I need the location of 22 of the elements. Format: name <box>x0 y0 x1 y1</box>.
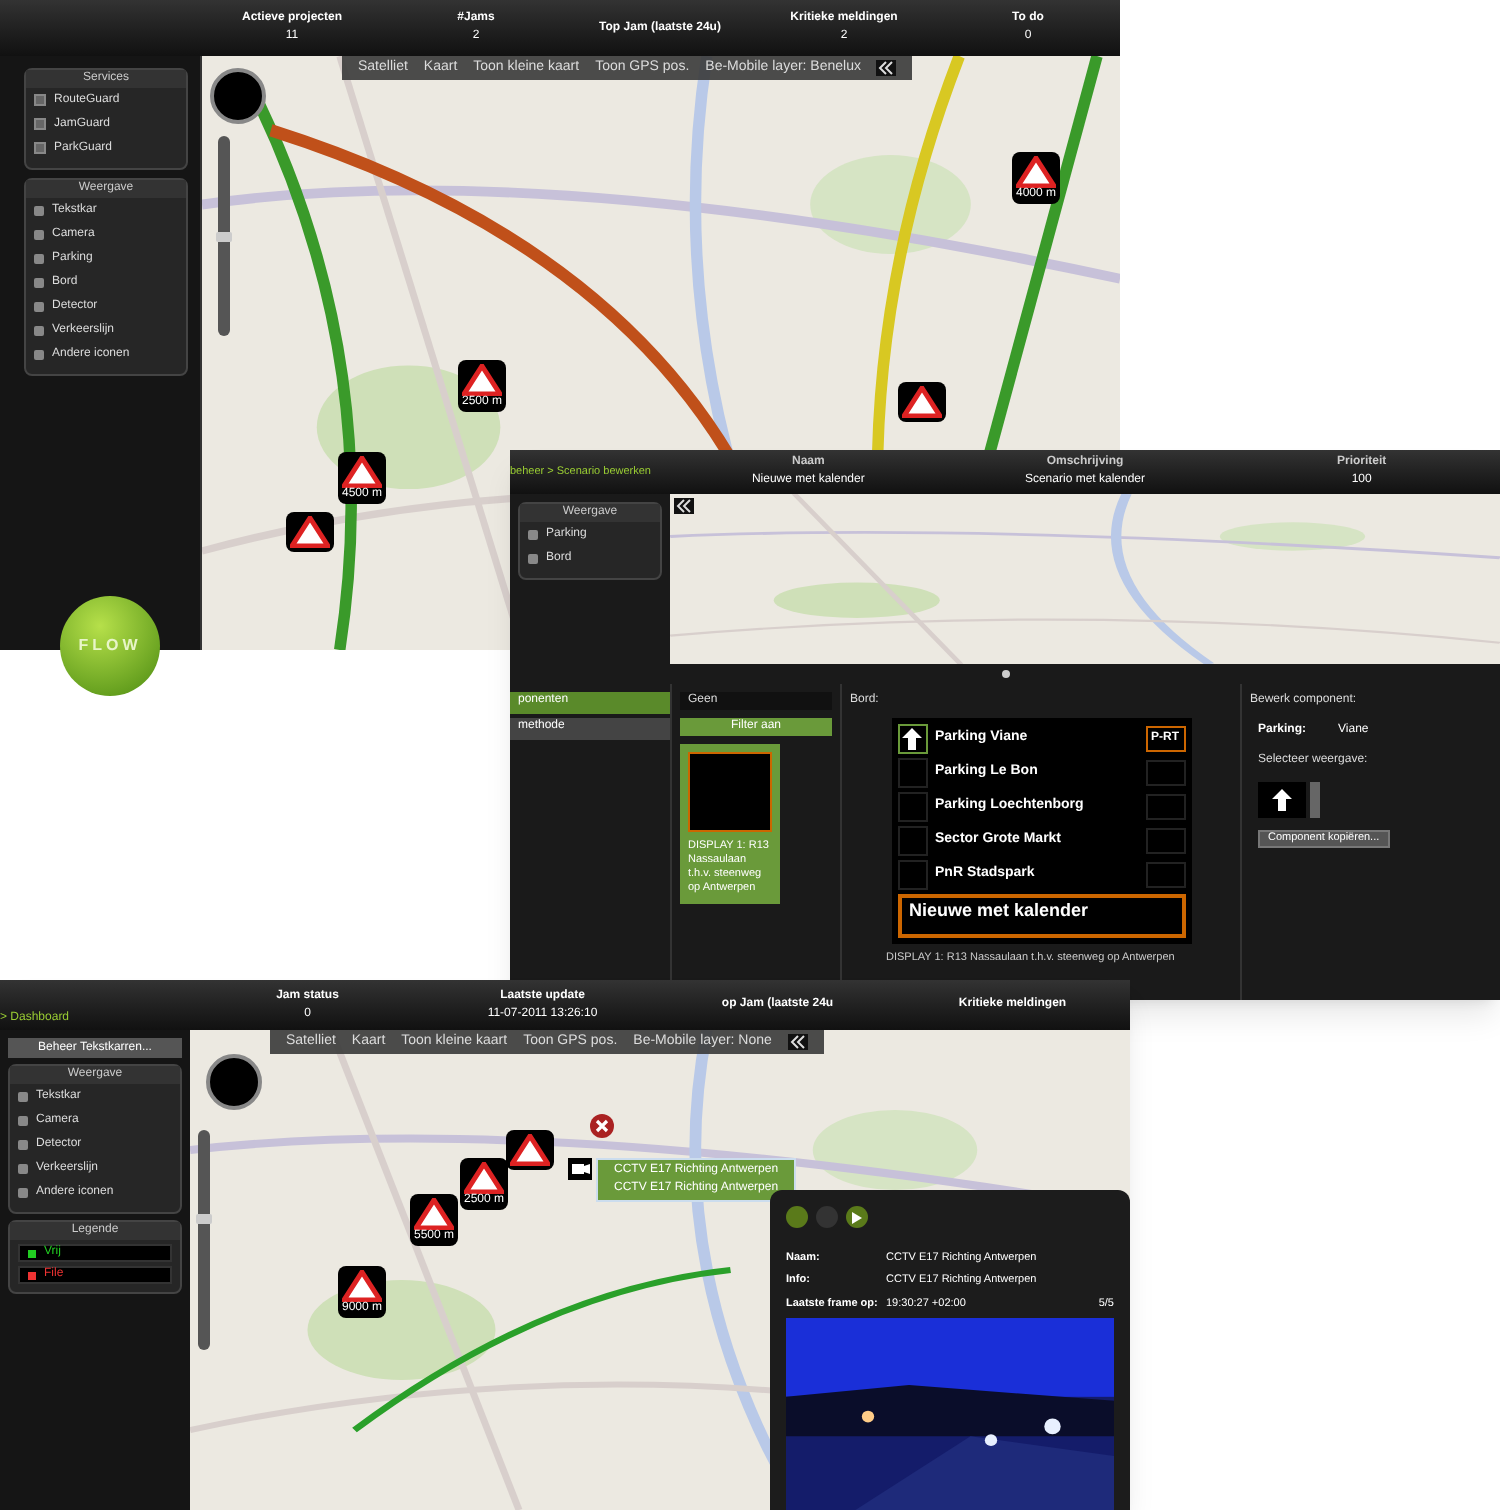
sign-symbol-slot[interactable] <box>897 724 927 754</box>
arrow-up-icon <box>1272 788 1292 812</box>
layer-icon <box>18 1163 28 1173</box>
layer-icon <box>18 1115 28 1125</box>
logo: FLOW <box>60 596 160 696</box>
layer-icon <box>34 349 44 359</box>
layer-icon <box>18 1139 28 1149</box>
arrow-up-icon <box>902 728 922 750</box>
checkbox[interactable] <box>34 142 46 154</box>
checkbox[interactable] <box>34 118 46 130</box>
checkbox[interactable] <box>34 94 46 106</box>
sign-message[interactable]: Nieuwe met kalender <box>897 894 1185 938</box>
layer-icon <box>34 277 44 287</box>
layer-icon <box>18 1091 28 1101</box>
layer-icon <box>34 205 44 215</box>
layer-icon <box>34 229 44 239</box>
expand-handle[interactable] <box>1001 670 1009 678</box>
sign-thumbnail-drawing <box>688 752 772 832</box>
layer-icon <box>18 1187 28 1197</box>
layer-icon <box>34 325 44 335</box>
layer-icon <box>34 301 44 311</box>
layer-icon <box>34 253 44 263</box>
